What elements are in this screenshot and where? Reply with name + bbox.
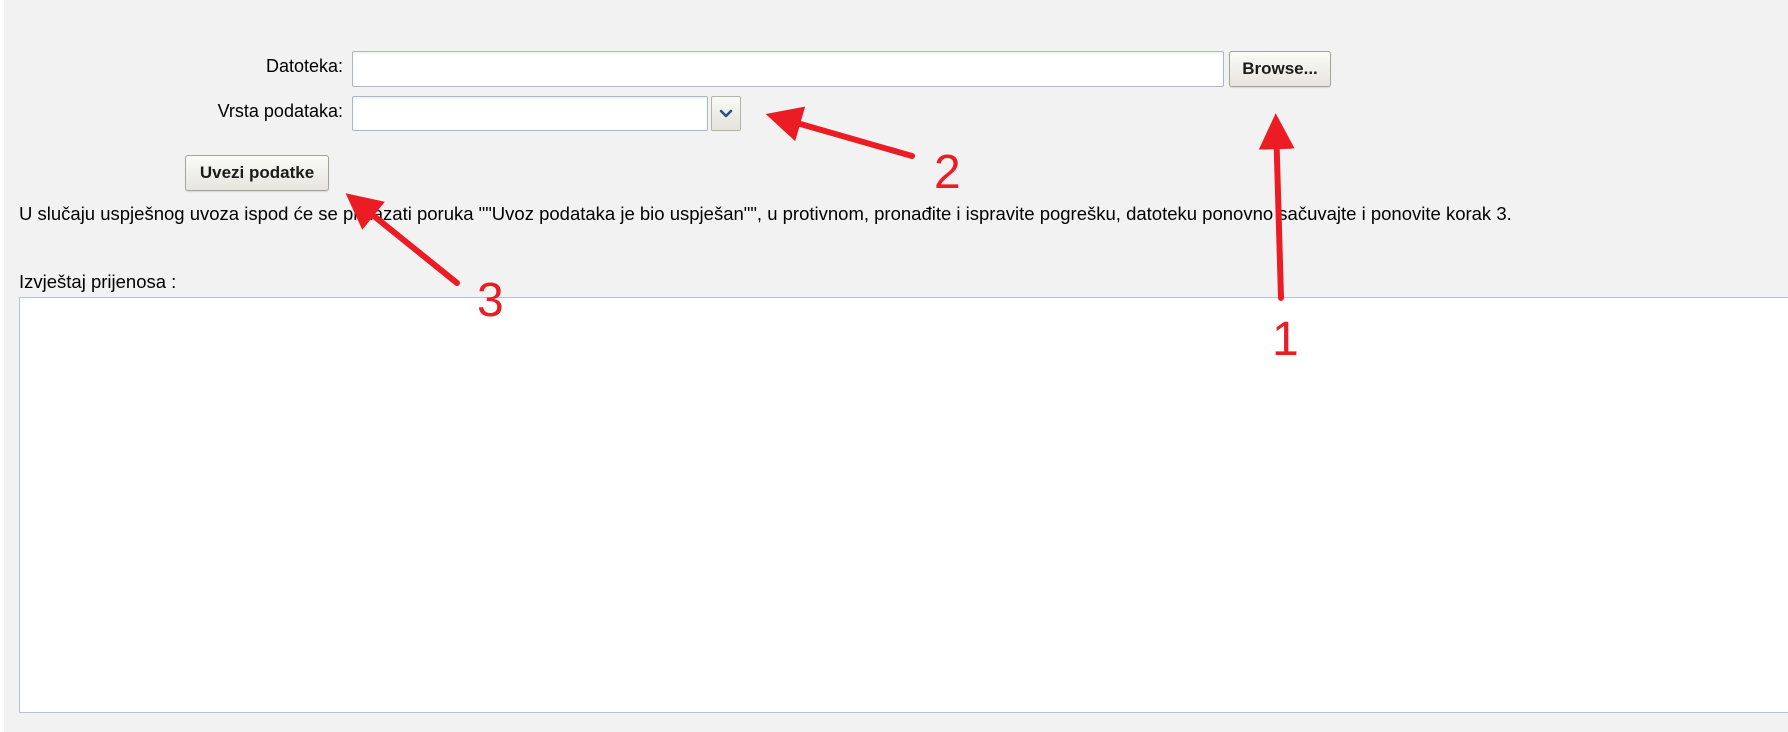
annotation-number-2: 2 — [934, 146, 961, 199]
data-type-dropdown-button[interactable] — [711, 96, 741, 131]
file-path-input[interactable] — [352, 51, 1224, 87]
chevron-down-icon — [719, 109, 733, 117]
data-type-select[interactable] — [352, 96, 708, 131]
transfer-report-label: Izvještaj prijenosa : — [19, 271, 177, 292]
file-label: Datoteka: — [265, 56, 343, 76]
data-type-label: Vrsta podataka: — [217, 101, 343, 121]
page-edge — [0, 0, 4, 732]
annotation-arrow-2 — [765, 106, 915, 159]
import-data-button[interactable]: Uvezi podatke — [185, 155, 329, 191]
transfer-report-area[interactable] — [19, 297, 1788, 713]
import-info-text: U slučaju uspješnog uvoza ispod će se pr… — [19, 203, 1512, 224]
browse-button[interactable]: Browse... — [1229, 51, 1331, 87]
